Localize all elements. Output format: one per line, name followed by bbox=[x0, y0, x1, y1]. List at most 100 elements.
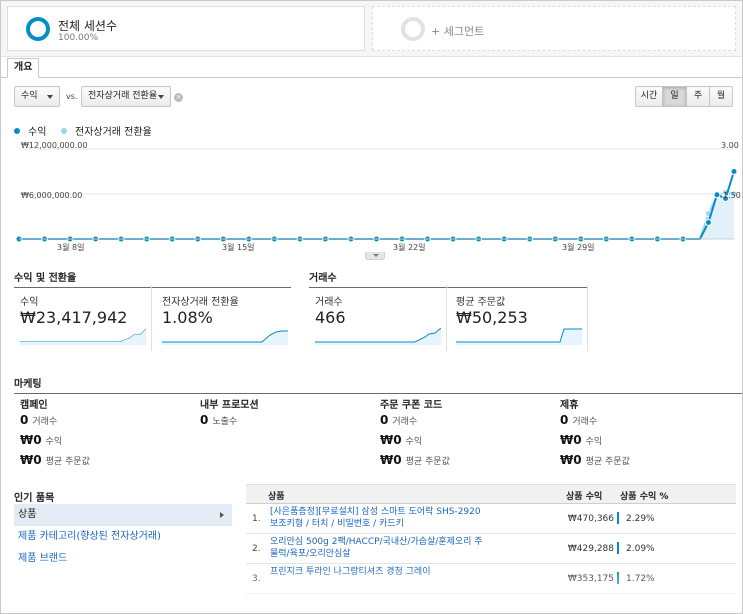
metric-label: 거래수 bbox=[315, 297, 343, 308]
marketing-row[interactable]: ₩0 평균 주문값 bbox=[560, 450, 730, 470]
marketing-row[interactable]: ₩0 수익 bbox=[20, 430, 190, 450]
metric-label: 평균 주문값 bbox=[456, 297, 506, 308]
revenue-series-point[interactable] bbox=[713, 191, 721, 199]
marketing-row[interactable]: ₩0 평균 주문값 bbox=[20, 450, 190, 470]
add-segment-button[interactable]: + 세그먼트 bbox=[372, 6, 736, 51]
tab-overview[interactable]: 개요 bbox=[7, 58, 40, 78]
versus-label: vs. bbox=[66, 92, 78, 101]
legend-revenue: 수익 bbox=[14, 123, 46, 138]
table-row: 2. 오리안심 500g 2팩/HACCP/국내산/가슴살/훈제오리 주물럭/육… bbox=[246, 534, 736, 564]
marketing-internal-promotion: 내부 프로모션 0 노출수 bbox=[200, 396, 370, 430]
nav-item-product-brand[interactable]: 제품 브랜드 bbox=[14, 548, 232, 570]
marketing-value: ₩0 bbox=[560, 433, 582, 447]
marketing-title: 주문 쿠폰 코드 bbox=[380, 400, 443, 411]
marketing-row[interactable]: 0 거래수 bbox=[380, 410, 550, 430]
marketing-value: 0 bbox=[560, 413, 569, 427]
chart-collapse-handle[interactable] bbox=[365, 252, 385, 260]
product-revenue-pct: 2.29% bbox=[626, 514, 655, 524]
marketing-label: 평균 주문값 bbox=[45, 457, 90, 467]
product-link[interactable]: 오리안심 500g 2팩/HACCP/국내산/가슴살/훈제오리 주물럭/육포/오… bbox=[270, 536, 490, 560]
segment-title: 전체 세션수 bbox=[58, 19, 118, 33]
conversion-series-line bbox=[19, 191, 735, 240]
product-link[interactable]: [사은품증정][무료설치] 삼성 스마트 도어락 SHS-2920 보조키형 /… bbox=[270, 506, 490, 530]
y-left-tick-mid: ₩6,000,000.00 bbox=[21, 191, 83, 200]
marketing-value: 0 bbox=[200, 413, 209, 427]
marketing-row[interactable]: ₩0 수익 bbox=[560, 430, 730, 450]
revenue-series-line bbox=[19, 171, 735, 240]
marketing-label: 거래수 bbox=[392, 417, 418, 427]
empty-segment-ring-icon bbox=[401, 17, 425, 41]
table-row: 3. 프린지크 투라인 나그랑티셔츠 경청 그레이 ₩353,175 1.72% bbox=[246, 564, 736, 594]
table-header: 상품 상품 수익 상품 수익 % bbox=[246, 484, 736, 504]
marketing-label: 수익 bbox=[585, 437, 603, 447]
marketing-value: ₩0 bbox=[560, 453, 582, 467]
analytics-ecommerce-overview: 전체 세션수 100.00% + 세그먼트 개요 수익 vs. 전자상거래 전환… bbox=[0, 0, 743, 614]
chart-canvas bbox=[15, 148, 738, 243]
granularity-day-button[interactable]: 일 bbox=[663, 86, 687, 107]
nav-item-product[interactable]: 상품 bbox=[14, 504, 232, 526]
metric-transactions[interactable]: 거래수 466 bbox=[309, 285, 447, 351]
marketing-value: ₩0 bbox=[380, 433, 402, 447]
marketing-label: 노출수 bbox=[212, 417, 238, 427]
granularity-week-button[interactable]: 주 bbox=[687, 86, 710, 107]
sparkline bbox=[162, 330, 288, 345]
metric-avg-order-value[interactable]: 평균 주문값 ₩50,253 bbox=[450, 285, 588, 351]
product-link[interactable]: 프린지크 투라인 나그랑티셔츠 경청 그레이 bbox=[270, 566, 490, 578]
marketing-affiliates: 제휴 0 거래수 ₩0 수익 ₩0 평균 주문값 bbox=[560, 396, 730, 470]
revenue-series-point[interactable] bbox=[704, 219, 712, 226]
chevron-down-icon bbox=[47, 95, 53, 99]
marketing-order-coupon: 주문 쿠폰 코드 0 거래수 ₩0 수익 ₩0 평균 주문값 bbox=[380, 396, 550, 470]
marketing-value: ₩0 bbox=[20, 433, 42, 447]
marketing-label: 평균 주문값 bbox=[405, 457, 450, 467]
segment-bar: 전체 세션수 100.00% + 세그먼트 bbox=[1, 1, 742, 57]
line-chart: ₩12,000,000.00 ₩6,000,000.00 3.00 1.50 3… bbox=[1, 139, 742, 259]
legend-dot-icon bbox=[14, 128, 20, 134]
marketing-value: ₩0 bbox=[20, 453, 42, 467]
remove-metric-close-icon[interactable]: × bbox=[174, 93, 183, 102]
segment-all-sessions[interactable]: 전체 세션수 100.00% bbox=[7, 6, 365, 51]
table-row: 1. [사은품증정][무료설치] 삼성 스마트 도어락 SHS-2920 보조키… bbox=[246, 504, 736, 534]
sparkline bbox=[315, 327, 441, 345]
metric-label: 수익 bbox=[20, 297, 39, 308]
x-tick-label: 3월 15일 bbox=[222, 243, 255, 252]
product-revenue: ₩470,366 bbox=[567, 514, 614, 524]
column-header-revenue-pct[interactable]: 상품 수익 % bbox=[620, 489, 668, 502]
nav-item-product-category[interactable]: 제품 카테고리(향상된 전자상거래) bbox=[14, 526, 232, 548]
marketing-label: 평균 주문값 bbox=[585, 457, 630, 467]
marketing-row[interactable]: ₩0 수익 bbox=[380, 430, 550, 450]
legend-conversion: 전자상거래 전환율 bbox=[61, 123, 152, 138]
chevron-down-icon bbox=[158, 95, 164, 99]
granularity-month-button[interactable]: 월 bbox=[710, 86, 733, 107]
primary-metric-dropdown[interactable]: 수익 bbox=[14, 86, 60, 107]
marketing-row[interactable]: 0 거래수 bbox=[20, 410, 190, 430]
marketing-row[interactable]: ₩0 평균 주문값 bbox=[380, 450, 550, 470]
row-index: 2. bbox=[252, 544, 261, 554]
marketing-label: 수익 bbox=[45, 437, 63, 447]
metric-revenue[interactable]: 수익 ₩23,417,942 bbox=[14, 285, 152, 351]
column-header-revenue[interactable]: 상품 수익 bbox=[566, 489, 602, 502]
marketing-value: 0 bbox=[20, 413, 29, 427]
section-marketing: 마케팅 bbox=[14, 375, 742, 394]
segment-percent: 100.00% bbox=[58, 33, 99, 43]
granularity-hour-button[interactable]: 시간 bbox=[635, 86, 663, 107]
marketing-row[interactable]: 0 거래수 bbox=[560, 410, 730, 430]
marketing-value: 0 bbox=[380, 413, 389, 427]
product-revenue-pct: 2.09% bbox=[626, 544, 655, 554]
granularity-toggle: 시간 일 주 월 bbox=[635, 86, 733, 107]
segment-ring-icon bbox=[26, 17, 50, 41]
product-revenue: ₩353,175 bbox=[567, 574, 614, 584]
chevron-right-icon bbox=[220, 512, 224, 518]
legend-dot-icon bbox=[61, 128, 67, 134]
conversion-series-area bbox=[19, 192, 734, 239]
secondary-metric-dropdown[interactable]: 전자상거래 전환율 bbox=[81, 86, 171, 107]
revenue-series-point[interactable] bbox=[730, 168, 738, 175]
percent-bar bbox=[617, 572, 619, 584]
product-revenue-pct: 1.72% bbox=[626, 574, 655, 584]
metric-conversion-rate[interactable]: 전자상거래 전환율 1.08% bbox=[156, 285, 292, 351]
row-index: 1. bbox=[252, 514, 261, 524]
column-header-product[interactable]: 상품 bbox=[268, 489, 285, 502]
marketing-row[interactable]: 0 노출수 bbox=[200, 410, 370, 430]
percent-bar bbox=[617, 512, 619, 524]
marketing-title: 캠페인 bbox=[20, 400, 48, 411]
y-right-tick-mid: 1.50 bbox=[723, 191, 741, 200]
